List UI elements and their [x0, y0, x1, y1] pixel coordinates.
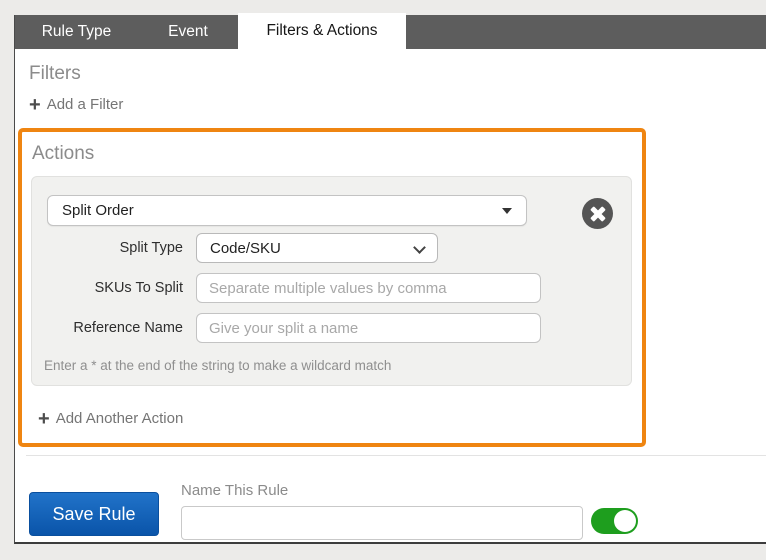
save-rule-button[interactable]: Save Rule — [29, 492, 159, 536]
split-type-value: Code/SKU — [210, 240, 281, 257]
reference-name-label: Reference Name — [47, 320, 183, 336]
actions-heading: Actions — [32, 143, 642, 165]
wildcard-hint-text: Enter a * at the end of the string to ma… — [44, 358, 631, 373]
name-this-rule-label: Name This Rule — [181, 482, 583, 499]
close-icon — [582, 198, 613, 229]
action-type-select[interactable]: Split Order — [47, 195, 527, 226]
chevron-down-icon — [413, 241, 426, 254]
add-filter-label: Add a Filter — [47, 96, 124, 113]
tab-event[interactable]: Event — [138, 15, 238, 49]
plus-icon: + — [29, 98, 41, 112]
tab-filters-and-actions[interactable]: Filters & Actions — [238, 13, 406, 49]
split-type-label: Split Type — [47, 240, 183, 256]
toggle-knob — [614, 510, 636, 532]
actions-section: Actions Split Order Split Type Code/SKU … — [18, 128, 646, 447]
tab-rule-type[interactable]: Rule Type — [15, 15, 138, 49]
reference-name-input[interactable] — [196, 313, 541, 343]
tab-bar: Rule Type Event Filters & Actions — [15, 15, 766, 49]
caret-down-icon — [502, 208, 512, 214]
rule-enabled-toggle[interactable] — [591, 508, 638, 534]
plus-icon: + — [38, 412, 50, 426]
skus-to-split-input[interactable] — [196, 273, 541, 303]
split-type-row: Split Type Code/SKU — [47, 233, 631, 263]
remove-action-button[interactable] — [582, 198, 613, 229]
skus-to-split-label: SKUs To Split — [47, 280, 183, 296]
skus-row: SKUs To Split — [47, 273, 631, 303]
rule-editor-panel: Rule Type Event Filters & Actions Filter… — [14, 15, 766, 544]
filters-heading: Filters — [29, 63, 766, 85]
split-type-select[interactable]: Code/SKU — [196, 233, 438, 263]
add-another-action-label: Add Another Action — [56, 410, 184, 427]
add-another-action-button[interactable]: + Add Another Action — [38, 410, 183, 427]
action-card: Split Order Split Type Code/SKU SKUs To … — [31, 176, 632, 386]
action-type-value: Split Order — [62, 202, 134, 219]
footer: Save Rule Name This Rule — [15, 456, 766, 540]
rule-name-input[interactable] — [181, 506, 583, 540]
name-rule-group: Name This Rule — [181, 482, 583, 540]
add-filter-button[interactable]: + Add a Filter — [29, 96, 123, 113]
reference-name-row: Reference Name — [47, 313, 631, 343]
